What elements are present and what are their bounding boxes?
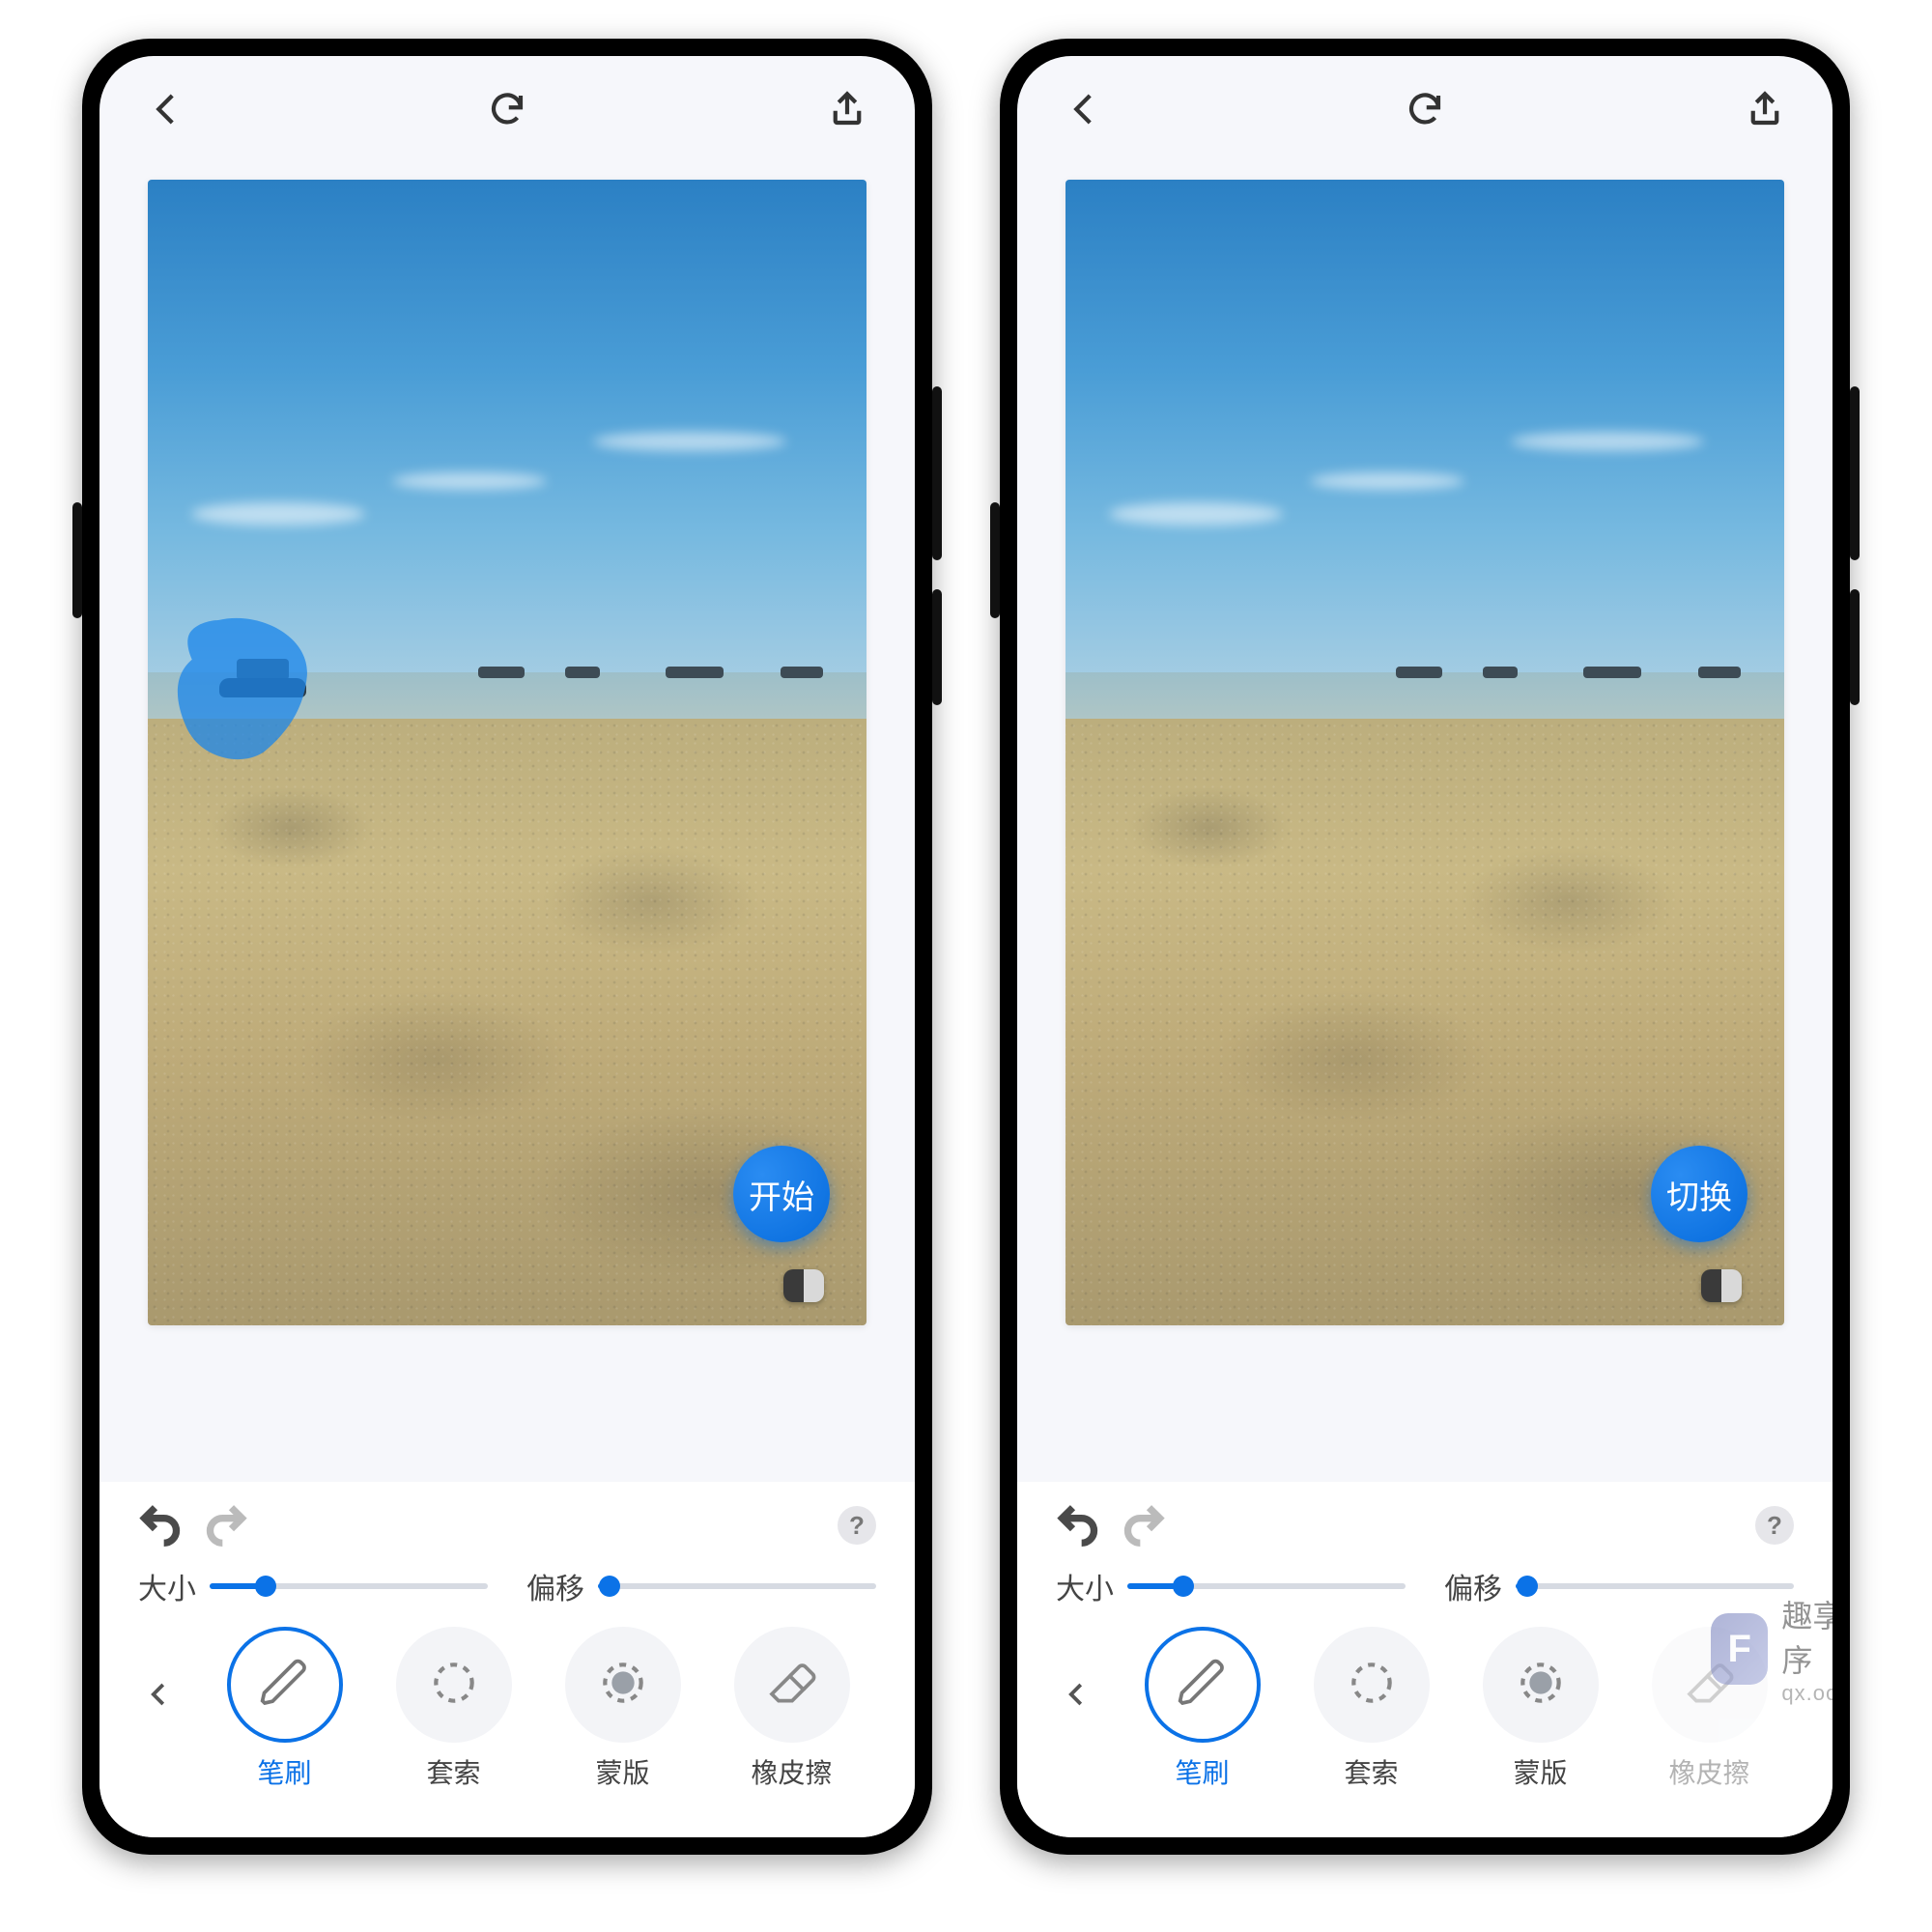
back-button[interactable] (1064, 88, 1106, 130)
watermark-badge: F (1711, 1613, 1768, 1685)
eraser-icon (765, 1656, 819, 1715)
tool-mask-label: 蒙版 (1513, 1752, 1567, 1791)
canvas-area: 开始 (99, 162, 915, 1482)
redo-button[interactable] (1122, 1503, 1166, 1548)
pencil-icon (258, 1656, 312, 1715)
offset-label: 偏移 (1444, 1565, 1502, 1607)
tool-lasso-label: 套索 (426, 1752, 480, 1791)
watermark-url: qx.oovc.cc (1781, 1681, 1833, 1706)
lasso-icon (427, 1656, 481, 1715)
pencil-icon (1176, 1656, 1230, 1715)
size-label: 大小 (138, 1565, 196, 1607)
tool-mask[interactable]: 蒙版 (1483, 1627, 1599, 1791)
fab-label: 切换 (1666, 1171, 1732, 1218)
mask-icon (1514, 1656, 1568, 1715)
undo-button[interactable] (1056, 1503, 1100, 1548)
tool-mask[interactable]: 蒙版 (565, 1627, 681, 1791)
canvas-area: 切换 (1017, 162, 1833, 1482)
offset-label: 偏移 (526, 1565, 584, 1607)
app-bar (99, 56, 915, 162)
refresh-button[interactable] (486, 88, 528, 130)
app-bar (1017, 56, 1833, 162)
offset-slider[interactable] (1516, 1583, 1794, 1589)
phone-left: F 趣享小程序 qx.oovc.cc (82, 39, 932, 1855)
tool-list: 笔刷 套索 蒙版 (200, 1627, 876, 1791)
share-button[interactable] (1744, 88, 1786, 130)
brush-selection-mark (169, 604, 333, 768)
compare-toggle[interactable] (1701, 1269, 1742, 1302)
screen-right: 切换 ? 大小 (1017, 56, 1833, 1837)
back-button[interactable] (146, 88, 188, 130)
tool-brush[interactable]: 笔刷 (227, 1627, 343, 1791)
tool-eraser-label: 橡皮擦 (751, 1752, 832, 1791)
tool-brush[interactable]: 笔刷 (1145, 1627, 1261, 1791)
tools-nav-left[interactable] (138, 1627, 181, 1762)
tool-eraser-label: 橡皮擦 (1668, 1752, 1749, 1791)
tool-eraser[interactable]: 橡皮擦 (734, 1627, 850, 1791)
size-slider[interactable] (210, 1583, 488, 1589)
image-canvas[interactable]: 切换 (1065, 180, 1784, 1325)
phone-right: 切换 ? 大小 (1000, 39, 1850, 1855)
start-button[interactable]: 开始 (733, 1146, 830, 1242)
help-button[interactable]: ? (838, 1506, 876, 1545)
offset-slider[interactable] (598, 1583, 876, 1589)
help-button[interactable]: ? (1755, 1506, 1794, 1545)
redo-button[interactable] (204, 1503, 248, 1548)
mask-icon (596, 1656, 650, 1715)
watermark: F 趣享小程序 qx.oovc.cc (1711, 1592, 1833, 1706)
tools-nav-left[interactable] (1056, 1627, 1098, 1762)
refresh-button[interactable] (1404, 88, 1446, 130)
tool-brush-label: 笔刷 (1175, 1752, 1229, 1791)
undo-button[interactable] (138, 1503, 183, 1548)
tool-brush-label: 笔刷 (257, 1752, 311, 1791)
size-slider[interactable] (1127, 1583, 1406, 1589)
tool-lasso[interactable]: 套索 (1314, 1627, 1430, 1791)
image-canvas[interactable]: 开始 (148, 180, 867, 1325)
watermark-title: 趣享小程序 (1781, 1592, 1833, 1681)
tool-lasso-label: 套索 (1344, 1752, 1398, 1791)
tool-list: 笔刷 套索 蒙版 (1118, 1627, 1794, 1791)
lasso-icon (1345, 1656, 1399, 1715)
share-button[interactable] (826, 88, 868, 130)
tool-lasso[interactable]: 套索 (396, 1627, 512, 1791)
screen-left: F 趣享小程序 qx.oovc.cc (99, 56, 915, 1837)
compare-toggle[interactable] (783, 1269, 824, 1302)
bottom-panel: ? 大小 偏移 (99, 1482, 915, 1837)
size-label: 大小 (1056, 1565, 1114, 1607)
tool-mask-label: 蒙版 (595, 1752, 649, 1791)
fab-label: 开始 (749, 1171, 814, 1218)
switch-button[interactable]: 切换 (1651, 1146, 1747, 1242)
